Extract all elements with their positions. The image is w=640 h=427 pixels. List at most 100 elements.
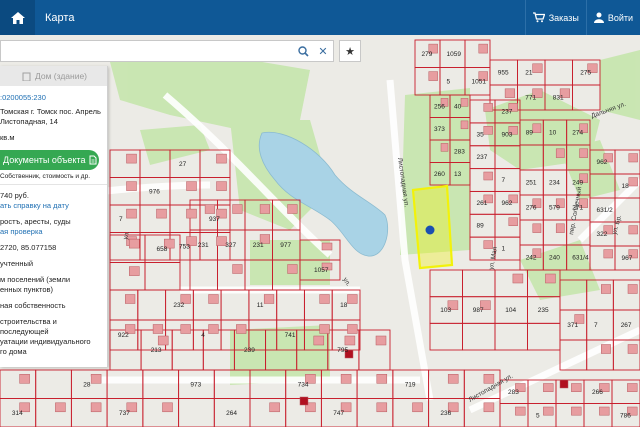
check-link[interactable]: ая проверка bbox=[0, 227, 107, 237]
building-footprint bbox=[156, 208, 167, 219]
parcel-number-label: 322 bbox=[597, 231, 608, 238]
building-footprint bbox=[162, 402, 173, 413]
parcel-number-label: 231 bbox=[198, 242, 209, 249]
parcel-number-label: 977 bbox=[280, 242, 291, 249]
building-footprint bbox=[440, 143, 449, 152]
building-footprint bbox=[319, 294, 330, 304]
building-footprint bbox=[483, 374, 495, 384]
parcel-number-label: 261 bbox=[477, 200, 488, 207]
building-footprint bbox=[186, 181, 197, 191]
top-navigation-bar: Карта Заказы Войти bbox=[0, 0, 640, 35]
cadastral-number[interactable]: :0200055:230 bbox=[0, 93, 107, 102]
parcel-number-label: 831 bbox=[553, 95, 564, 102]
cart-icon bbox=[532, 12, 545, 23]
parcel-number-label: 1 bbox=[502, 246, 506, 253]
parcel-number-label: 251 bbox=[526, 180, 537, 187]
parcel-number-label: 267 bbox=[621, 322, 632, 329]
building-footprint bbox=[236, 324, 247, 334]
orders-button[interactable]: Заказы bbox=[524, 0, 586, 35]
login-button[interactable]: Войти bbox=[585, 0, 640, 35]
user-icon bbox=[593, 12, 604, 23]
parcel-number-label: 1057 bbox=[314, 267, 329, 274]
building-footprint bbox=[313, 335, 325, 346]
building-footprint bbox=[180, 324, 191, 334]
address-line: Томская г. Томск пос. Апрель bbox=[0, 107, 101, 116]
parcel-number-label: 276 bbox=[526, 205, 537, 212]
permitted-use-line: строительства и последующей bbox=[0, 317, 57, 336]
building-footprint bbox=[347, 324, 358, 334]
clear-icon[interactable]: ✕ bbox=[313, 41, 333, 61]
status-value: учтенный bbox=[0, 259, 34, 268]
building-footprint bbox=[483, 126, 493, 135]
login-label: Войти bbox=[607, 12, 633, 23]
land-category-line: м поселений (земли bbox=[0, 275, 71, 284]
building-footprint bbox=[460, 98, 469, 107]
building-icon bbox=[22, 72, 31, 81]
land-category-line: енных пунктов) bbox=[0, 285, 54, 294]
building-footprint bbox=[232, 204, 243, 214]
parcel-number-label: 747 bbox=[333, 410, 344, 417]
price-value: 740 руб. bbox=[0, 191, 29, 200]
building-footprint bbox=[90, 374, 102, 384]
building-footprint bbox=[129, 266, 140, 276]
building-footprint bbox=[186, 208, 197, 219]
tab-house-label: Дом (здание) bbox=[35, 71, 88, 81]
parcel-number-label: 795 bbox=[337, 347, 348, 354]
building-footprint bbox=[299, 396, 309, 406]
orders-label: Заказы bbox=[548, 12, 579, 23]
building-footprint bbox=[287, 204, 298, 214]
parcel-number-label: 371 bbox=[567, 322, 578, 329]
search-bar: ✕ bbox=[0, 40, 334, 62]
parcel-number-label: 264 bbox=[226, 410, 237, 417]
search-input[interactable] bbox=[1, 41, 293, 61]
parcel-number-label: 5 bbox=[536, 412, 540, 419]
order-certificate-link[interactable]: ать справку на дату bbox=[0, 201, 107, 211]
parcel-number-label: 232 bbox=[173, 302, 184, 309]
building-footprint bbox=[478, 43, 488, 54]
building-footprint bbox=[515, 406, 526, 416]
search-icon[interactable] bbox=[293, 41, 313, 61]
parcel-number-label: 89 bbox=[477, 223, 485, 230]
parcel-number-label: 903 bbox=[502, 131, 513, 138]
documents-subtitle: Собственник, стоимость и др. bbox=[0, 173, 91, 180]
building-footprint bbox=[543, 406, 554, 416]
building-footprint bbox=[259, 204, 270, 214]
building-footprint bbox=[319, 324, 330, 334]
parcel-number-label: 13 bbox=[454, 171, 462, 178]
parcel-number-label: 234 bbox=[549, 180, 560, 187]
parcel-number-label: 249 bbox=[572, 180, 583, 187]
parcel-number-label: 279 bbox=[422, 51, 433, 58]
tab-map[interactable]: Карта bbox=[36, 0, 84, 35]
parcel-number-label: 937 bbox=[209, 216, 220, 223]
document-icon bbox=[89, 155, 97, 165]
building-footprint bbox=[627, 284, 638, 294]
parcel-number-label: 89 bbox=[526, 130, 534, 137]
parcel-number-label: 967 bbox=[622, 255, 633, 262]
parcel-number-label: 631/4 bbox=[572, 255, 589, 262]
building-footprint bbox=[126, 153, 137, 164]
parcel-number-label: 27 bbox=[179, 161, 187, 168]
parcel-number-label: 35 bbox=[477, 131, 485, 138]
building-footprint bbox=[532, 123, 542, 133]
building-footprint bbox=[555, 223, 565, 233]
permitted-use: строительства и последующей уатации инди… bbox=[0, 317, 107, 357]
object-documents-button[interactable]: Документы объекта bbox=[0, 150, 99, 170]
building-footprint bbox=[559, 379, 569, 389]
parcel-number-label: 235 bbox=[538, 307, 549, 314]
building-footprint bbox=[627, 383, 638, 392]
tab-house-building[interactable]: Дом (здание) bbox=[0, 66, 107, 86]
parcel-number-label: 962 bbox=[597, 159, 608, 166]
building-footprint bbox=[157, 335, 169, 346]
building-footprint bbox=[508, 217, 518, 226]
building-footprint bbox=[460, 120, 469, 130]
building-footprint bbox=[483, 171, 493, 181]
building-footprint bbox=[447, 374, 459, 384]
building-footprint bbox=[599, 406, 610, 416]
parcel-number-label: 1051 bbox=[472, 78, 487, 85]
favorites-star-icon[interactable]: ★ bbox=[339, 40, 361, 62]
location-marker[interactable] bbox=[425, 225, 435, 235]
building-footprint bbox=[216, 153, 227, 164]
home-button[interactable] bbox=[0, 0, 35, 35]
building-footprint bbox=[532, 223, 542, 233]
parcel-number-label: 103 bbox=[440, 307, 451, 314]
